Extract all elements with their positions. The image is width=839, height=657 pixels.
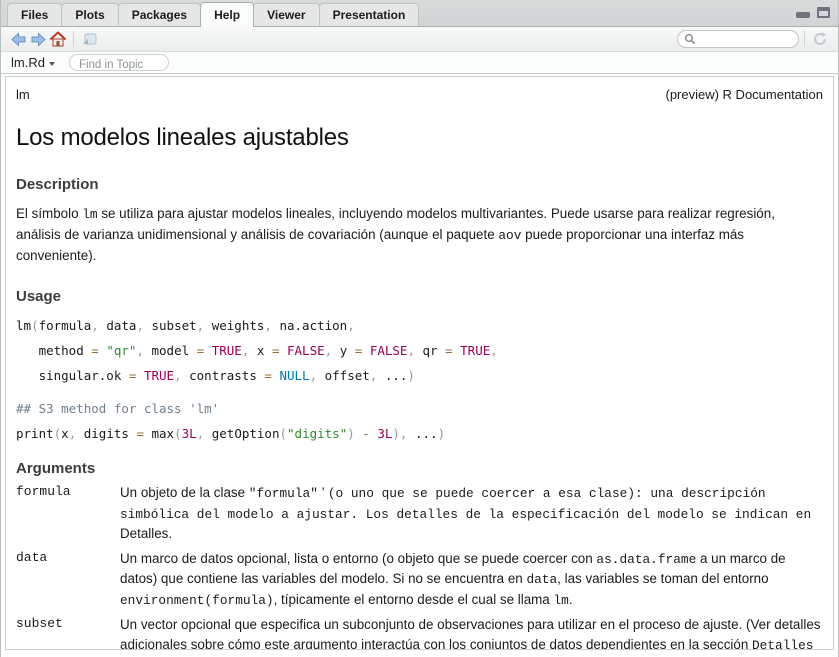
- maximize-icon[interactable]: [817, 7, 830, 18]
- inline-code: lm: [82, 207, 97, 222]
- text-run: Detalles.: [120, 526, 172, 541]
- text-run: Un objeto de la clase: [120, 485, 249, 500]
- description-heading: Description: [16, 176, 823, 193]
- chevron-down-icon: [49, 62, 55, 66]
- toolbar-separator: [73, 31, 74, 47]
- text-run: .: [569, 592, 573, 607]
- code-line: ## S3 method for class 'lm': [16, 396, 823, 421]
- find-in-topic-box: [69, 54, 169, 71]
- code-line: method = "qr", model = TRUE, x = FALSE, …: [16, 338, 823, 363]
- tab-help[interactable]: Help: [200, 2, 254, 27]
- argument-definition: Un objeto de la clase "formula" ’ (o uno…: [120, 483, 823, 544]
- refresh-button[interactable]: [810, 30, 830, 49]
- text-run: Un vector opcional que especifica un sub…: [120, 617, 820, 650]
- home-button[interactable]: [48, 30, 68, 49]
- find-in-topic-input[interactable]: [79, 59, 159, 71]
- search-input[interactable]: [696, 33, 786, 45]
- tab-viewer[interactable]: Viewer: [253, 3, 319, 26]
- argument-definition: Un marco de datos opcional, lista o ento…: [120, 549, 823, 611]
- inline-code: aov: [498, 228, 521, 243]
- back-button[interactable]: [8, 30, 28, 49]
- toolbar-separator: [804, 31, 805, 47]
- doc-source-label: (preview) R Documentation: [665, 87, 823, 102]
- argument-term: formula: [16, 483, 120, 544]
- doc-meta-row: lm (preview) R Documentation: [16, 87, 823, 102]
- code-block: ## S3 method for class 'lm'print(x, digi…: [16, 396, 823, 446]
- usage-code-block: lm(formula, data, subset, weights, na.ac…: [16, 313, 823, 446]
- usage-heading: Usage: [16, 288, 823, 305]
- description-paragraph: El símbolo lm se utiliza para ajustar mo…: [16, 204, 823, 266]
- code-line: singular.ok = TRUE, contrasts = NULL, of…: [16, 363, 823, 388]
- code-line: print(x, digits = max(3L, getOption("dig…: [16, 421, 823, 446]
- code-block: lm(formula, data, subset, weights, na.ac…: [16, 313, 823, 388]
- argument-term: data: [16, 549, 120, 611]
- forward-arrow-icon: [30, 32, 47, 47]
- help-pane: FilesPlotsPackagesHelpViewerPresentation: [0, 0, 839, 657]
- argument-row: dataUn marco de datos opcional, lista o …: [16, 549, 823, 611]
- topic-label: lm.Rd: [11, 55, 45, 70]
- inline-code: environment(formula): [120, 593, 274, 608]
- home-icon: [49, 31, 67, 47]
- tab-packages[interactable]: Packages: [118, 3, 201, 26]
- text-run: , las variables se toman del entorno: [557, 571, 768, 586]
- argument-definition: Un vector opcional que especifica un sub…: [120, 615, 823, 650]
- back-arrow-icon: [10, 32, 27, 47]
- popout-button[interactable]: [79, 30, 99, 49]
- code-line: lm(formula, data, subset, weights, na.ac…: [16, 313, 823, 338]
- text-run: ’: [318, 485, 328, 500]
- argument-row: formulaUn objeto de la clase "formula" ’…: [16, 483, 823, 544]
- inline-code: lm: [553, 593, 568, 608]
- refresh-icon: [812, 31, 828, 47]
- doc-topic-id: lm: [16, 87, 30, 102]
- inline-code: "formula": [249, 486, 318, 501]
- pane-tab-bar: FilesPlotsPackagesHelpViewerPresentation: [1, 0, 838, 27]
- text-run: , típicamente el entorno desde el cual s…: [274, 592, 554, 607]
- argument-term: subset: [16, 615, 120, 650]
- show-in-new-window-icon: [80, 31, 98, 47]
- inline-code: data: [526, 572, 557, 587]
- window-controls: [796, 7, 830, 18]
- text-run: El símbolo: [16, 206, 82, 221]
- inline-code: as.data.frame: [596, 552, 696, 567]
- topic-bar: lm.Rd: [1, 52, 838, 74]
- tab-plots[interactable]: Plots: [61, 3, 118, 26]
- text-run: Un marco de datos opcional, lista o ento…: [120, 551, 596, 566]
- tab-list: FilesPlotsPackagesHelpViewerPresentation: [7, 0, 418, 26]
- inline-code: Detalles: [752, 638, 813, 651]
- help-document: lm (preview) R Documentation Los modelos…: [5, 76, 834, 650]
- tab-files[interactable]: Files: [7, 3, 62, 26]
- arguments-heading: Arguments: [16, 460, 823, 477]
- minimize-icon[interactable]: [796, 12, 810, 18]
- help-toolbar: [1, 27, 838, 52]
- page-title: Los modelos lineales ajustables: [16, 124, 823, 152]
- argument-row: subsetUn vector opcional que especifica …: [16, 615, 823, 650]
- topic-dropdown[interactable]: lm.Rd: [11, 55, 55, 70]
- arguments-table: formulaUn objeto de la clase "formula" ’…: [16, 483, 823, 650]
- search-icon: [684, 33, 696, 45]
- help-search-box: [677, 30, 799, 48]
- tab-presentation[interactable]: Presentation: [319, 3, 420, 26]
- forward-button[interactable]: [28, 30, 48, 49]
